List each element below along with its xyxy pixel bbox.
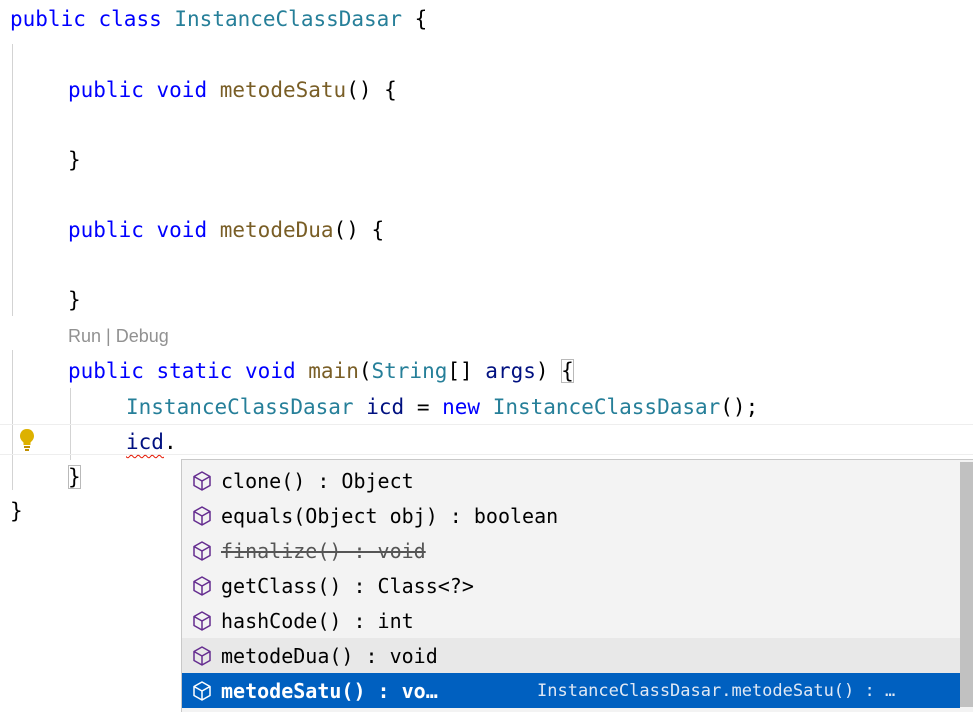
code-line-2[interactable]: public void metodeSatu() { (68, 75, 397, 105)
type-keyword: void (156, 218, 208, 242)
method-cube-icon (193, 645, 211, 666)
variable: icd (366, 395, 405, 419)
suggestion-scrollbar[interactable] (960, 460, 973, 712)
type-name: InstanceClassDasar (492, 395, 721, 419)
suggestion-item-selected[interactable]: metodeSatu() : vo… InstanceClassDasar.me… (182, 673, 973, 708)
code-line-6[interactable]: public static void main(String[] args) { (68, 356, 574, 386)
suggestion-item[interactable]: clone() : Object (182, 463, 973, 498)
method-cube-icon (193, 505, 211, 526)
punctuation: ) (535, 359, 562, 383)
punctuation: () { (333, 218, 385, 242)
matching-brace: { (561, 359, 574, 383)
suggestion-detail: InstanceClassDasar.metodeSatu() : … (537, 680, 896, 701)
suggestion-item-deprecated[interactable]: finalize() : void (182, 533, 973, 568)
punctuation: . (163, 430, 177, 454)
brace: } (68, 148, 81, 172)
type-name: String (371, 359, 448, 383)
suggestion-label: metodeDua() : void (221, 643, 438, 668)
punctuation: (); (720, 395, 759, 419)
error-variable: icd (126, 430, 164, 454)
code-line-7[interactable]: InstanceClassDasar icd = new InstanceCla… (126, 392, 758, 422)
punctuation: () { (346, 78, 397, 102)
indent-guide (12, 350, 13, 490)
suggestion-item-partial[interactable] (182, 708, 973, 712)
keyword: static (156, 359, 233, 383)
keyword: public (68, 218, 144, 242)
code-line-10[interactable]: } (10, 496, 23, 526)
scrollbar-thumb[interactable] (960, 462, 973, 707)
code-line-4[interactable]: public void metodeDua() { (68, 215, 384, 245)
code-line-5[interactable]: } (68, 285, 81, 315)
method-name: metodeDua (219, 218, 334, 242)
suggestion-item[interactable]: hashCode() : int (182, 603, 973, 638)
keyword: public (10, 7, 86, 31)
keyword: public (68, 78, 144, 102)
keyword: class (98, 7, 162, 31)
suggestion-label: clone() : Object (221, 468, 414, 493)
current-line-highlight (0, 424, 973, 425)
indent-guide (12, 44, 13, 316)
suggestion-label: getClass() : Class<?> (221, 573, 474, 598)
code-line-8[interactable]: icd. (126, 427, 177, 457)
codelens-run-debug[interactable]: Run | Debug (68, 322, 169, 350)
punctuation: ( (358, 359, 372, 383)
method-cube-icon (193, 680, 211, 701)
parameter: args (485, 359, 536, 383)
suggestion-label: equals(Object obj) : boolean (221, 503, 559, 528)
type-keyword: void (245, 359, 296, 383)
lightbulb-icon[interactable] (16, 426, 38, 452)
punctuation: = (404, 395, 443, 419)
code-line-3[interactable]: } (68, 145, 81, 175)
brace: { (414, 7, 428, 31)
keyword: public (68, 359, 144, 383)
method-cube-icon (193, 610, 211, 631)
method-cube-icon (193, 470, 211, 491)
suggestion-widget[interactable]: clone() : Object equals(Object obj) : bo… (181, 459, 973, 712)
suggestion-label: metodeSatu() : vo… (221, 678, 438, 703)
punctuation: [] (447, 359, 486, 383)
type-name: InstanceClassDasar (126, 395, 354, 419)
matching-brace: } (68, 465, 81, 489)
suggestion-item[interactable]: equals(Object obj) : boolean (182, 498, 973, 533)
class-name: InstanceClassDasar (174, 7, 402, 31)
keyword: new (442, 395, 481, 419)
suggestion-item[interactable]: metodeDua() : void (182, 638, 973, 673)
code-line-9[interactable]: } (68, 462, 81, 492)
method-cube-icon (193, 540, 211, 561)
method-cube-icon (193, 575, 211, 596)
method-name: main (308, 359, 359, 383)
brace: } (10, 499, 23, 523)
code-line-1[interactable]: public class InstanceClassDasar { (10, 4, 427, 34)
suggestion-item[interactable]: getClass() : Class<?> (182, 568, 973, 603)
suggestion-label: finalize() : void (221, 538, 426, 563)
type-keyword: void (156, 78, 208, 102)
suggestion-label: hashCode() : int (221, 608, 414, 633)
method-name: metodeSatu (219, 78, 347, 102)
brace: } (68, 288, 81, 312)
